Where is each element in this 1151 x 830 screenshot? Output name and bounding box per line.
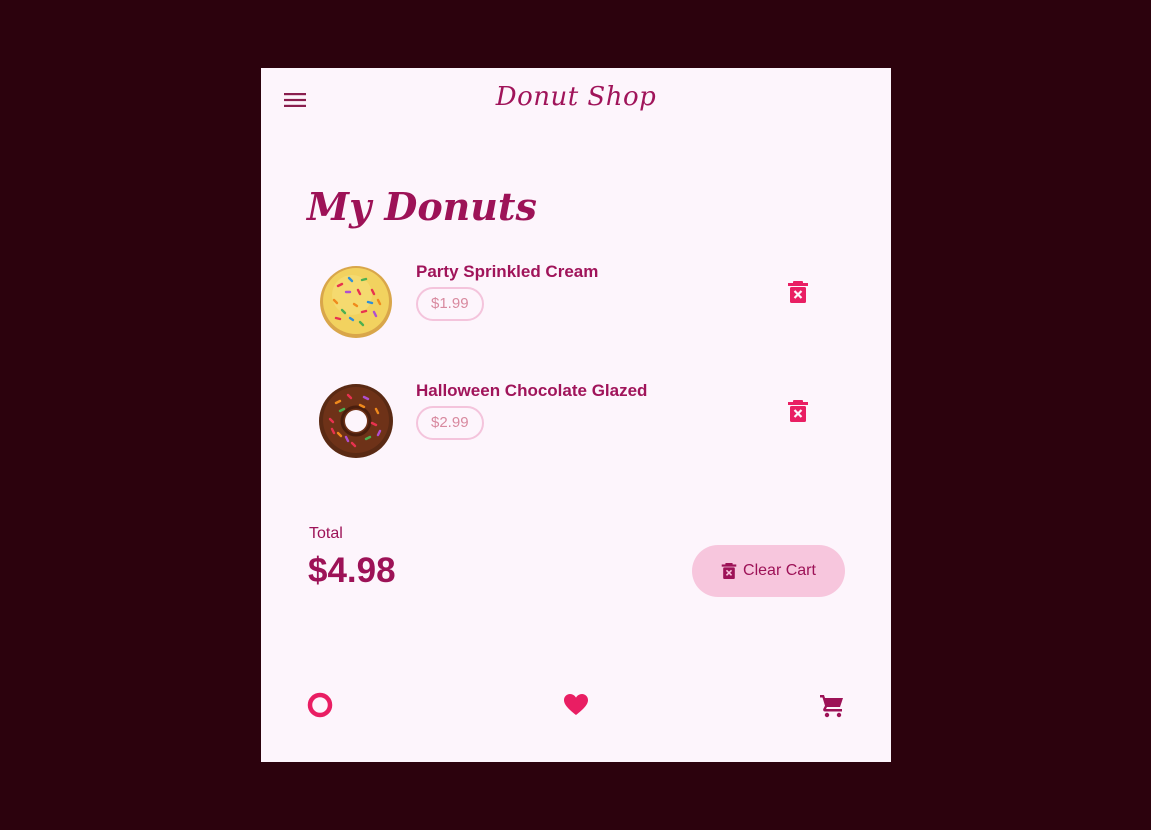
cart-item: Halloween Chocolate Glazed $2.99: [316, 381, 816, 461]
app-title: Donut Shop: [495, 82, 657, 112]
donut-image: [319, 384, 393, 458]
heart-icon[interactable]: [563, 692, 589, 718]
delete-icon: [721, 563, 737, 579]
clear-cart-button[interactable]: Clear Cart: [692, 545, 845, 597]
delete-icon[interactable]: [787, 280, 809, 304]
item-name: Party Sprinkled Cream: [416, 262, 599, 281]
total-label: Total: [309, 525, 343, 542]
clear-cart-label: Clear Cart: [743, 562, 816, 579]
price-chip: $2.99: [416, 406, 484, 440]
cart-item: Party Sprinkled Cream $1.99: [316, 262, 816, 342]
price-chip: $1.99: [416, 287, 484, 321]
donut-image: [320, 266, 392, 338]
total-value: $4.98: [308, 551, 396, 590]
app-window: Donut Shop My Donuts Party Sprinkled Cre…: [261, 68, 891, 762]
item-name: Halloween Chocolate Glazed: [416, 381, 648, 400]
donut-icon[interactable]: [307, 692, 333, 718]
page-title: My Donuts: [307, 184, 537, 229]
cart-icon[interactable]: [819, 692, 845, 718]
delete-icon[interactable]: [787, 399, 809, 423]
